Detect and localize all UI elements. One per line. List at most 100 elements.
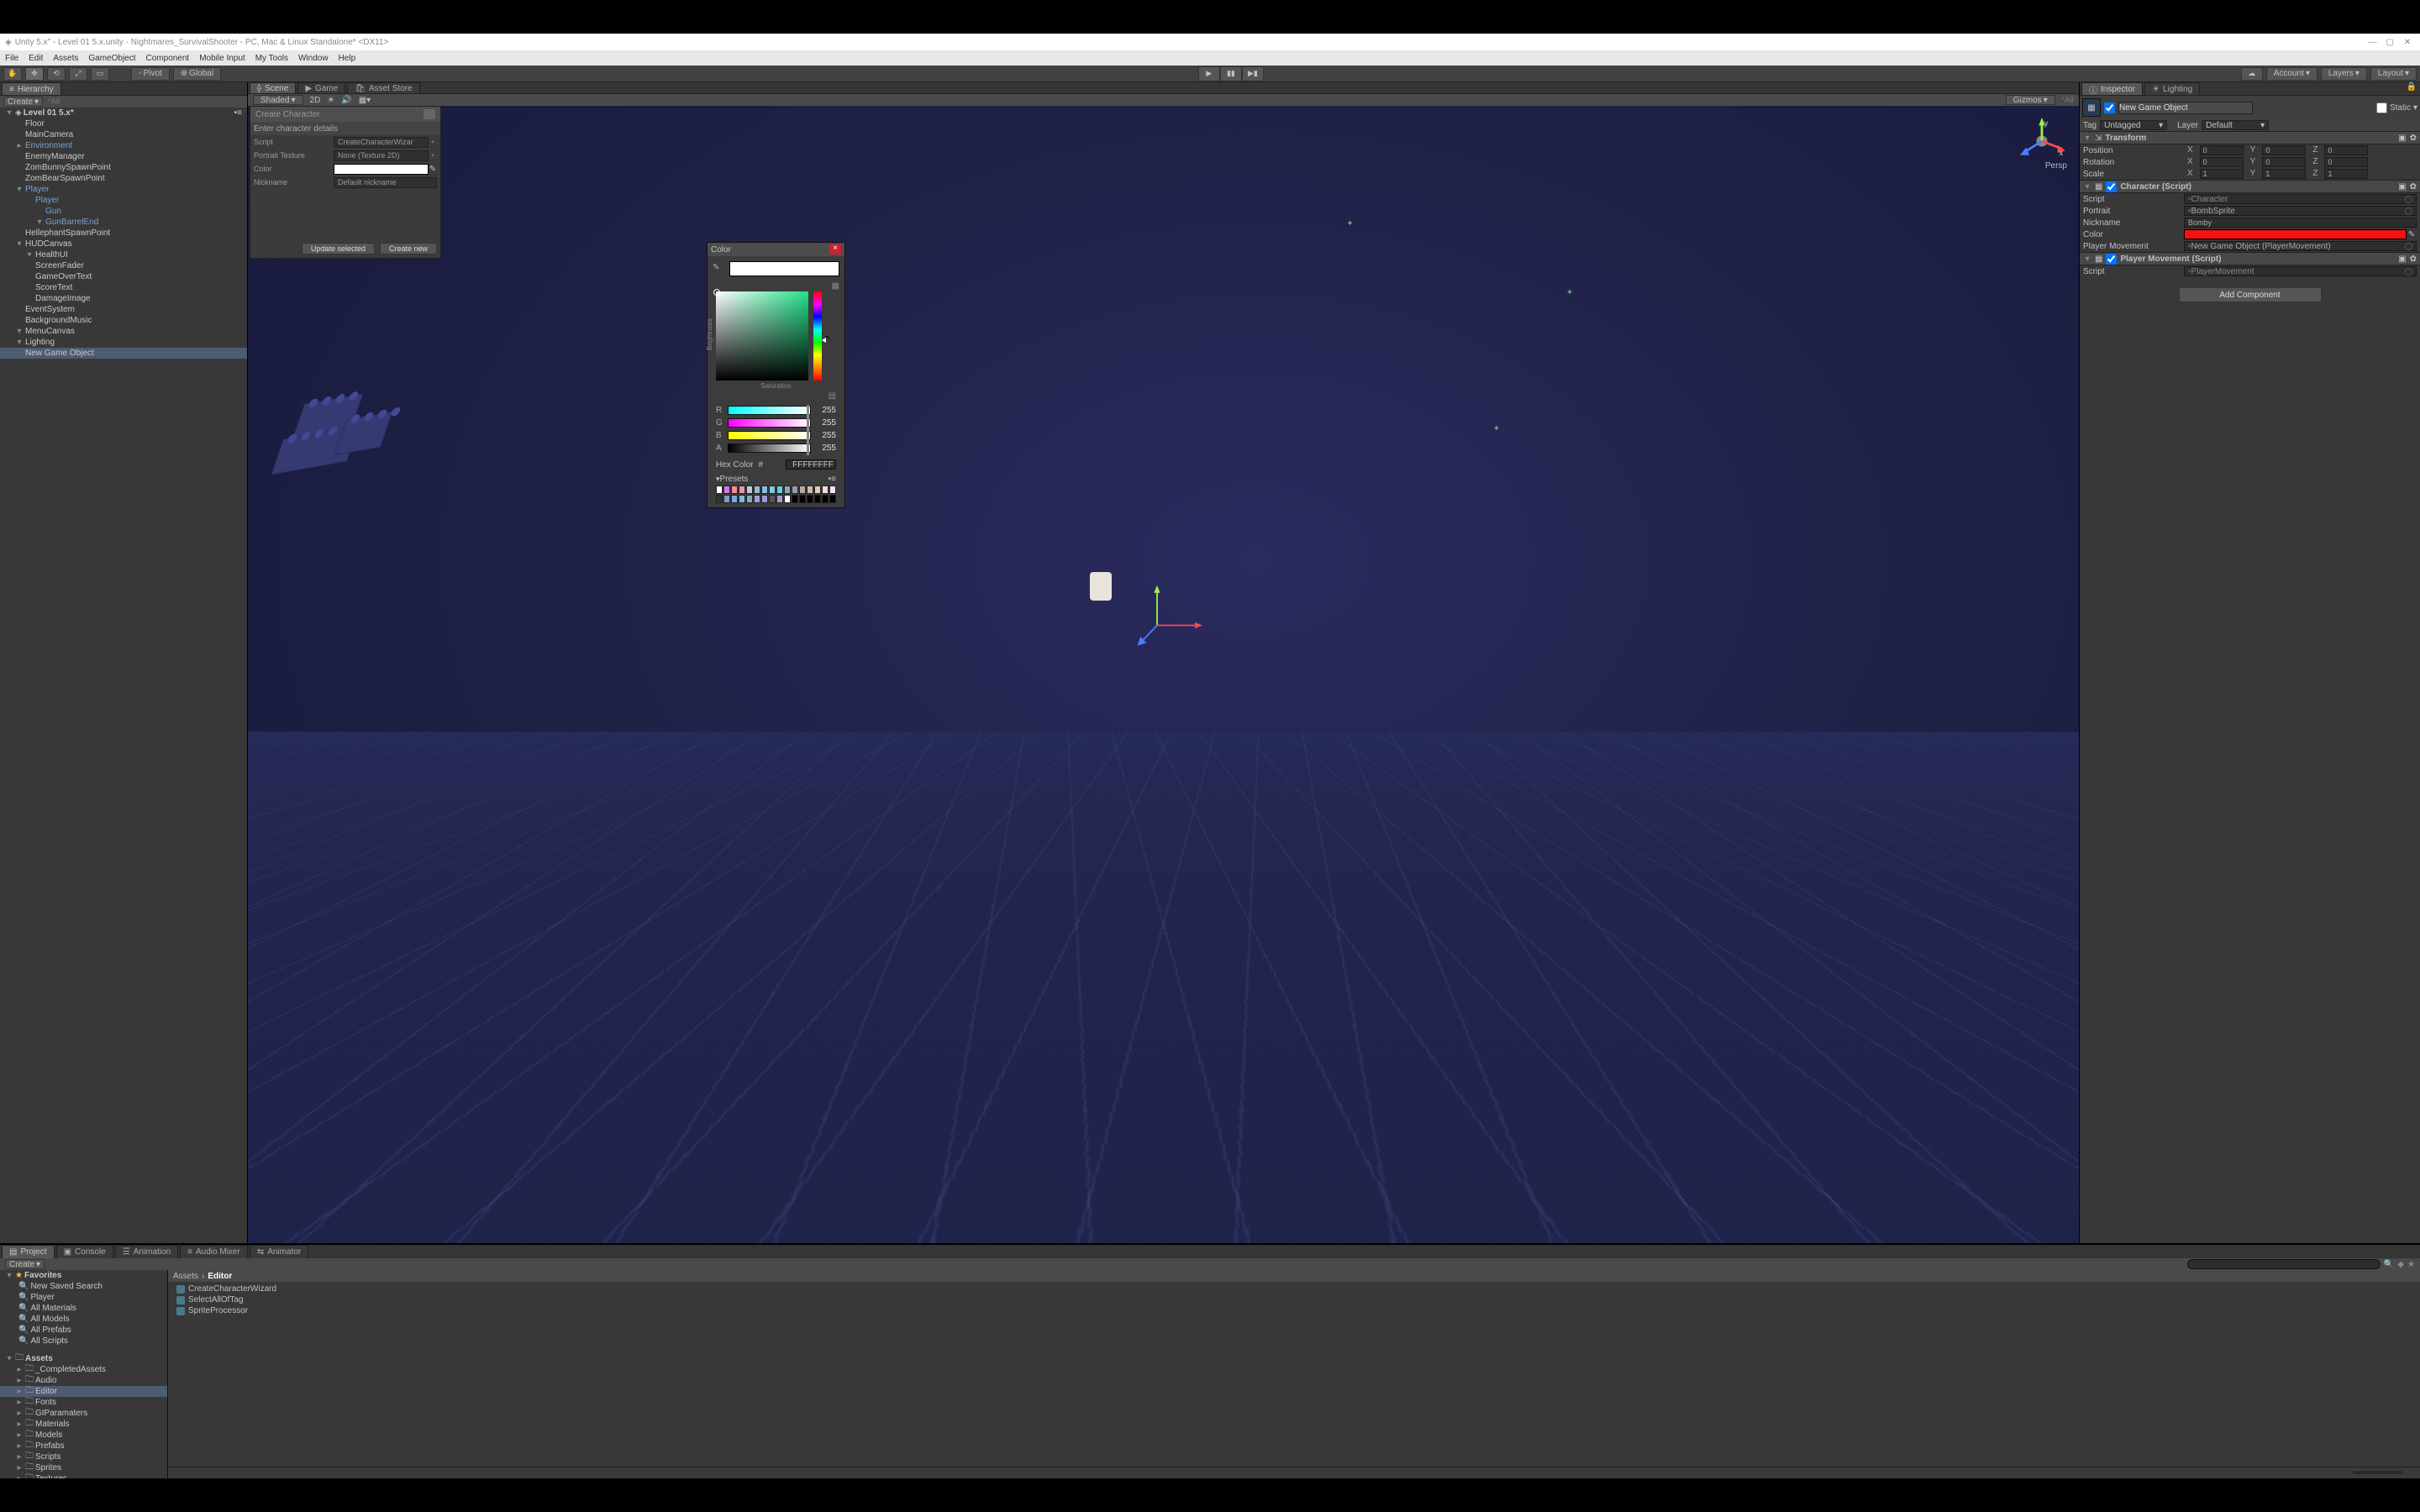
hierarchy-item[interactable]: ▾HealthUI <box>0 249 247 260</box>
menu-edit[interactable]: Edit <box>29 54 43 63</box>
r-slider[interactable] <box>728 406 811 415</box>
project-search[interactable] <box>2187 1259 2381 1269</box>
2d-toggle[interactable]: 2D <box>310 96 321 105</box>
wizard-nickname-field[interactable]: Default nickname <box>334 177 437 188</box>
character-header[interactable]: Character (Script) <box>2120 182 2191 192</box>
object-picker-icon[interactable]: ◦ <box>429 151 437 160</box>
favorites-header[interactable]: ▾★Favorites <box>0 1270 167 1281</box>
gameobject-name-field[interactable] <box>2118 102 2253 114</box>
hierarchy-item[interactable]: EventSystem <box>0 304 247 315</box>
menu-my-tools[interactable]: My Tools <box>255 54 288 63</box>
favorite-item[interactable]: 🔍All Prefabs <box>0 1325 167 1336</box>
color-mode-icon[interactable]: ▦ <box>828 281 839 291</box>
hierarchy-item[interactable]: ScoreText <box>0 282 247 293</box>
layer-dropdown[interactable]: Default▾ <box>2202 120 2269 130</box>
audiomixer-tab[interactable]: ≡Audio Mixer <box>180 1245 248 1258</box>
orientation-gizmo[interactable]: y x <box>2018 118 2065 165</box>
pivot-toggle[interactable]: ◦Pivot <box>131 67 170 81</box>
nickname-field[interactable]: Bomby <box>2184 218 2417 228</box>
preset-swatch[interactable] <box>799 486 806 494</box>
hierarchy-item[interactable]: MainCamera <box>0 129 247 140</box>
rot-x[interactable]: 0 <box>2200 157 2244 167</box>
preset-swatch[interactable] <box>754 486 760 494</box>
menu-assets[interactable]: Assets <box>53 54 78 63</box>
preset-swatch[interactable] <box>731 486 738 494</box>
play-button[interactable]: ▶ <box>1198 66 1220 81</box>
rot-y[interactable]: 0 <box>2262 157 2306 167</box>
maximize-button[interactable]: ▢ <box>2382 38 2397 47</box>
favorite-item[interactable]: 🔍New Saved Search <box>0 1281 167 1292</box>
update-selected-button[interactable]: Update selected <box>302 243 375 255</box>
eyedropper-icon[interactable]: ✎ <box>713 263 724 275</box>
project-tab[interactable]: ▤Project <box>2 1245 55 1258</box>
animation-tab[interactable]: ☰Animation <box>115 1245 178 1258</box>
b-value[interactable]: 255 <box>814 431 836 440</box>
hue-slider[interactable]: ↖ <box>813 291 822 381</box>
gear-icon[interactable]: ✿ <box>2410 255 2417 264</box>
hierarchy-item[interactable]: ▾GunBarrelEnd <box>0 217 247 228</box>
gear-icon[interactable]: ✿ <box>2410 182 2417 192</box>
character-enabled-checkbox[interactable] <box>2106 181 2117 192</box>
preset-swatch[interactable] <box>761 495 768 503</box>
preset-swatch[interactable] <box>829 495 836 503</box>
move-tool-button[interactable]: ✥ <box>25 67 44 81</box>
scale-x[interactable]: 1 <box>2200 169 2244 179</box>
hierarchy-item[interactable]: New Game Object <box>0 348 247 359</box>
project-file[interactable]: SpriteProcessor <box>170 1305 2418 1316</box>
transform-header[interactable]: Transform <box>2105 134 2146 143</box>
hierarchy-item[interactable]: Player <box>0 195 247 206</box>
menu-mobile-input[interactable]: Mobile Input <box>199 54 245 63</box>
a-value[interactable]: 255 <box>814 444 836 453</box>
character-color-field[interactable] <box>2184 229 2407 239</box>
object-picker-icon[interactable]: ◦ <box>429 138 437 147</box>
hex-input[interactable] <box>786 459 836 470</box>
menu-component[interactable]: Component <box>146 54 190 63</box>
menu-help[interactable]: Help <box>339 54 356 63</box>
hierarchy-item[interactable]: Gun <box>0 206 247 217</box>
r-value[interactable]: 255 <box>814 406 836 415</box>
portrait-field[interactable]: ▫BombSprite <box>2184 206 2417 216</box>
favorite-item[interactable]: 🔍All Scripts <box>0 1336 167 1347</box>
pause-button[interactable]: ▮▮ <box>1220 66 1242 81</box>
preset-swatch[interactable] <box>776 486 783 494</box>
move-gizmo[interactable] <box>1127 584 1202 659</box>
persp-label[interactable]: Persp <box>2045 161 2067 171</box>
preset-swatch[interactable] <box>731 495 738 503</box>
scale-y[interactable]: 1 <box>2262 169 2306 179</box>
project-file[interactable]: SelectAllOfTag <box>170 1294 2418 1305</box>
favorite-item[interactable]: 🔍All Materials <box>0 1303 167 1314</box>
player-movement-ref-field[interactable]: ▫New Game Object (PlayerMovement) <box>2184 241 2417 251</box>
menu-file[interactable]: File <box>5 54 18 63</box>
wizard-color-field[interactable] <box>334 164 429 175</box>
game-tab[interactable]: ▶Game <box>297 82 345 93</box>
preset-swatch[interactable] <box>723 486 730 494</box>
project-file[interactable]: CreateCharacterWizard <box>170 1284 2418 1294</box>
hierarchy-item[interactable]: ZomBunnySpawnPoint <box>0 162 247 173</box>
hierarchy-item[interactable]: ▾Player <box>0 184 247 195</box>
layers-dropdown[interactable]: Layers▾ <box>2321 67 2367 81</box>
scale-z[interactable]: 1 <box>2324 169 2368 179</box>
hierarchy-item[interactable]: ScreenFader <box>0 260 247 271</box>
a-slider[interactable] <box>728 444 811 453</box>
minimize-button[interactable]: — <box>2365 38 2380 47</box>
preset-swatch[interactable] <box>754 495 760 503</box>
gameobject-active-checkbox[interactable] <box>2104 102 2115 113</box>
static-checkbox[interactable] <box>2376 102 2387 113</box>
hierarchy-item[interactable]: DamageImage <box>0 293 247 304</box>
preset-swatch[interactable] <box>822 495 829 503</box>
rot-z[interactable]: 0 <box>2324 157 2368 167</box>
audio-toggle-icon[interactable]: 🔊 <box>341 96 351 105</box>
eyedropper-icon[interactable]: ✎ <box>429 165 437 174</box>
pm-header[interactable]: Player Movement (Script) <box>2120 255 2221 264</box>
tag-dropdown[interactable]: Untagged▾ <box>2100 120 2167 130</box>
pos-x[interactable]: 0 <box>2200 145 2244 155</box>
preset-swatch[interactable] <box>716 495 723 503</box>
search-filter-icon[interactable]: 🔍 <box>2384 1260 2394 1269</box>
pm-enabled-checkbox[interactable] <box>2106 254 2117 265</box>
hierarchy-item[interactable]: ZomBearSpawnPoint <box>0 173 247 184</box>
add-component-button[interactable]: Add Component <box>2179 287 2322 302</box>
create-new-button[interactable]: Create new <box>380 243 437 255</box>
hierarchy-item[interactable]: ▸Environment <box>0 140 247 151</box>
hierarchy-item[interactable]: Floor <box>0 118 247 129</box>
hierarchy-item[interactable]: EnemyManager <box>0 151 247 162</box>
